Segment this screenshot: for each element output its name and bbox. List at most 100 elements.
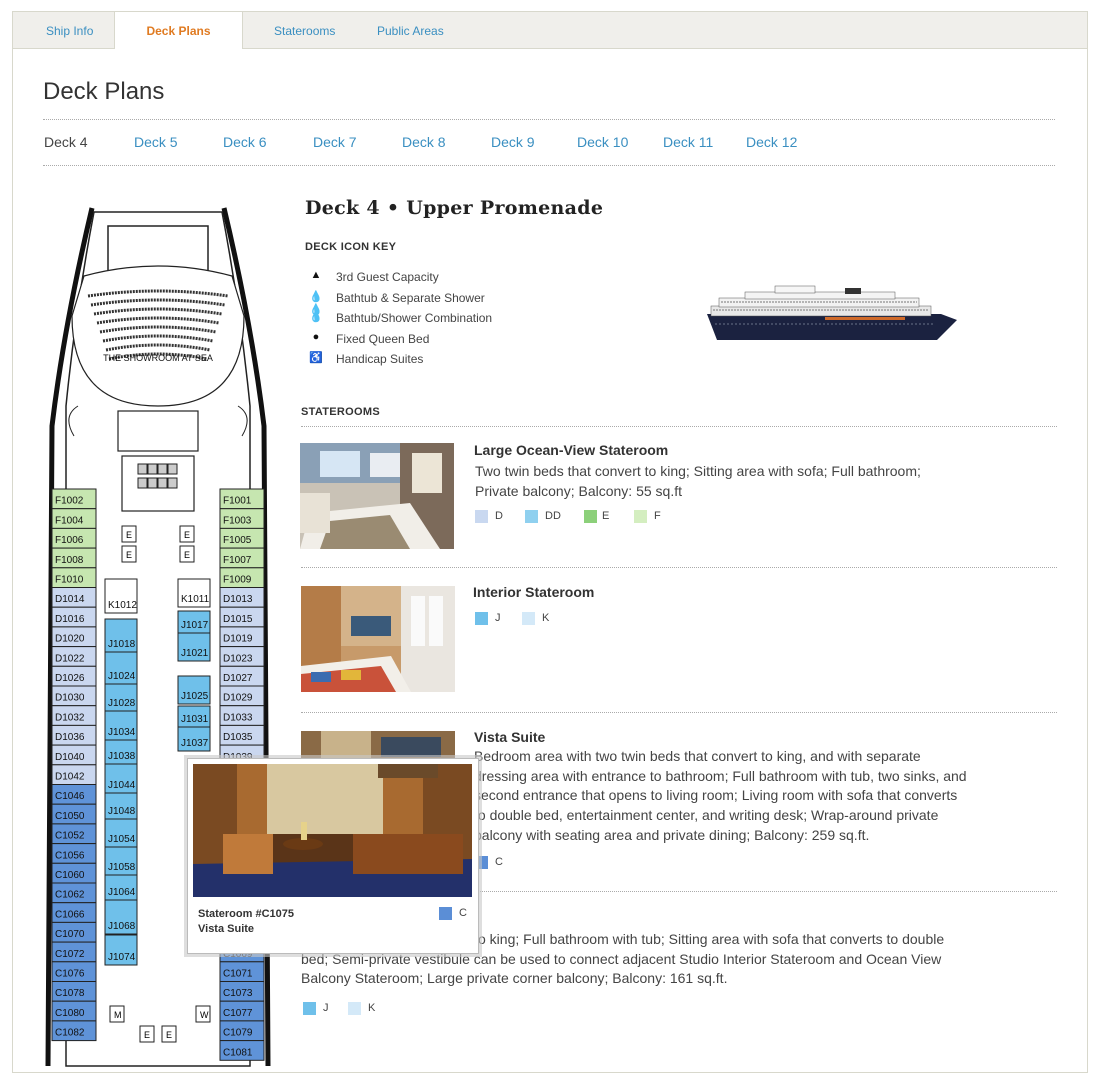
deck-link-8[interactable]: Deck 8 — [402, 134, 446, 150]
cabin-c1060[interactable]: C1060 — [51, 862, 97, 884]
cabin-c1050[interactable]: C1050 — [51, 803, 97, 825]
cabin-j1058[interactable]: J1058 — [104, 846, 138, 876]
triangle-icon: ▲ — [310, 269, 322, 281]
cabin-c1052[interactable]: C1052 — [51, 823, 97, 845]
cabin-j1031[interactable]: J1031 — [177, 705, 211, 728]
cabin-j1048[interactable]: J1048 — [104, 792, 138, 820]
cabin-c1080[interactable]: C1080 — [51, 1000, 97, 1022]
cabin-d1026[interactable]: D1026 — [51, 665, 97, 687]
cabin-j1034[interactable]: J1034 — [104, 710, 138, 741]
deck-link-5[interactable]: Deck 5 — [134, 134, 178, 150]
cabin-c1078[interactable]: C1078 — [51, 981, 97, 1002]
cabin-f1003[interactable]: F1003 — [219, 508, 265, 529]
cabin-f1002[interactable]: F1002 — [51, 488, 97, 510]
cabin-d1013[interactable]: D1013 — [219, 587, 265, 608]
cabin-d1040[interactable]: D1040 — [51, 744, 97, 766]
service-room: E — [179, 525, 195, 543]
cabin-k1011[interactable]: K1011 — [177, 578, 211, 608]
svg-text:J1034: J1034 — [108, 727, 136, 738]
cabin-d1036[interactable]: D1036 — [51, 724, 97, 746]
deck-link-11[interactable]: Deck 11 — [663, 134, 713, 150]
cabin-c1046[interactable]: C1046 — [51, 784, 97, 805]
room-photo-interior[interactable] — [301, 586, 455, 692]
cabin-j1037[interactable]: J1037 — [177, 726, 211, 752]
svg-text:E: E — [166, 1030, 172, 1040]
cabin-d1020[interactable]: D1020 — [51, 626, 97, 648]
cabin-f1006[interactable]: F1006 — [51, 527, 97, 549]
cabin-c1073[interactable]: C1073 — [219, 981, 265, 1002]
cabin-c1070[interactable]: C1070 — [51, 921, 97, 943]
cabin-d1032[interactable]: D1032 — [51, 705, 97, 726]
cabin-c1077[interactable]: C1077 — [219, 1000, 265, 1022]
category-code: E — [602, 510, 610, 522]
divider — [43, 119, 1055, 120]
cabin-d1029[interactable]: D1029 — [219, 685, 265, 707]
deck-link-7[interactable]: Deck 7 — [313, 134, 357, 150]
cabin-c1056[interactable]: C1056 — [51, 843, 97, 864]
cabin-f1007[interactable]: F1007 — [219, 547, 265, 569]
cabin-d1015[interactable]: D1015 — [219, 606, 265, 628]
swatch — [348, 1002, 361, 1015]
tab-ship-info[interactable]: Ship Info — [46, 12, 93, 48]
cabin-f1001[interactable]: F1001 — [219, 488, 265, 510]
cabin-j1054[interactable]: J1054 — [104, 818, 138, 848]
cabin-d1019[interactable]: D1019 — [219, 626, 265, 648]
cabin-c1066[interactable]: C1066 — [51, 902, 97, 923]
cabin-j1038[interactable]: J1038 — [104, 739, 138, 765]
svg-text:C1079: C1079 — [223, 1028, 253, 1039]
deck-link-4[interactable]: Deck 4 — [44, 134, 88, 150]
popup-room-type: Vista Suite — [198, 923, 255, 935]
service-room: E — [179, 545, 195, 563]
cabin-f1004[interactable]: F1004 — [51, 508, 97, 529]
elevator — [167, 477, 178, 489]
cabin-f1008[interactable]: F1008 — [51, 547, 97, 569]
popup-room-photo — [193, 764, 472, 897]
cabin-f1010[interactable]: F1010 — [51, 567, 97, 588]
cabin-j1021[interactable]: J1021 — [177, 632, 211, 662]
cabin-j1064[interactable]: J1064 — [104, 874, 138, 901]
cabin-j1024[interactable]: J1024 — [104, 651, 138, 685]
cabin-d1022[interactable]: D1022 — [51, 646, 97, 667]
cabin-c1071[interactable]: C1071 — [219, 961, 265, 982]
svg-text:M: M — [114, 1010, 122, 1020]
deck-link-10[interactable]: Deck 10 — [577, 134, 628, 150]
tab-staterooms[interactable]: Staterooms — [274, 12, 335, 48]
cabin-c1076[interactable]: C1076 — [51, 961, 97, 982]
svg-text:D1032: D1032 — [55, 712, 85, 723]
cabin-j1017[interactable]: J1017 — [177, 610, 211, 634]
staterooms-title: STATEROOMS — [301, 406, 380, 418]
cabin-c1062[interactable]: C1062 — [51, 882, 97, 904]
cabin-d1042[interactable]: D1042 — [51, 764, 97, 785]
cabin-d1016[interactable]: D1016 — [51, 606, 97, 628]
cabin-f1005[interactable]: F1005 — [219, 527, 265, 549]
cabin-c1072[interactable]: C1072 — [51, 941, 97, 963]
svg-text:J1068: J1068 — [108, 921, 136, 932]
cabin-c1082[interactable]: C1082 — [51, 1020, 97, 1042]
cabin-c1081[interactable]: C1081 — [219, 1040, 265, 1061]
cabin-j1074[interactable]: J1074 — [104, 934, 138, 966]
cabin-d1023[interactable]: D1023 — [219, 646, 265, 667]
wheelchair-icon: ♿ — [309, 352, 323, 364]
cabin-d1030[interactable]: D1030 — [51, 685, 97, 707]
cabin-j1025[interactable]: J1025 — [177, 675, 211, 705]
cabin-j1068[interactable]: J1068 — [104, 899, 138, 935]
deck-link-6[interactable]: Deck 6 — [223, 134, 267, 150]
cabin-j1044[interactable]: J1044 — [104, 763, 138, 794]
cabin-d1035[interactable]: D1035 — [219, 724, 265, 746]
cabin-j1028[interactable]: J1028 — [104, 683, 138, 712]
cabin-c1079[interactable]: C1079 — [219, 1020, 265, 1042]
tab-public-areas[interactable]: Public Areas — [377, 12, 444, 48]
stateroom-popup[interactable]: Stateroom #C1075 Vista Suite C — [187, 758, 479, 954]
cabin-j1018[interactable]: J1018 — [104, 618, 138, 653]
cabin-d1033[interactable]: D1033 — [219, 705, 265, 726]
svg-text:J1025: J1025 — [181, 691, 209, 702]
room-photo-ocean-view[interactable] — [300, 443, 454, 549]
cabin-f1009[interactable]: F1009 — [219, 567, 265, 588]
deck-link-9[interactable]: Deck 9 — [491, 134, 535, 150]
category-code: C — [459, 907, 467, 919]
cabin-k1012[interactable]: K1012 — [104, 578, 138, 614]
tab-deck-plans[interactable]: Deck Plans — [114, 12, 243, 49]
cabin-d1027[interactable]: D1027 — [219, 665, 265, 687]
deck-link-12[interactable]: Deck 12 — [746, 134, 797, 150]
cabin-d1014[interactable]: D1014 — [51, 587, 97, 608]
